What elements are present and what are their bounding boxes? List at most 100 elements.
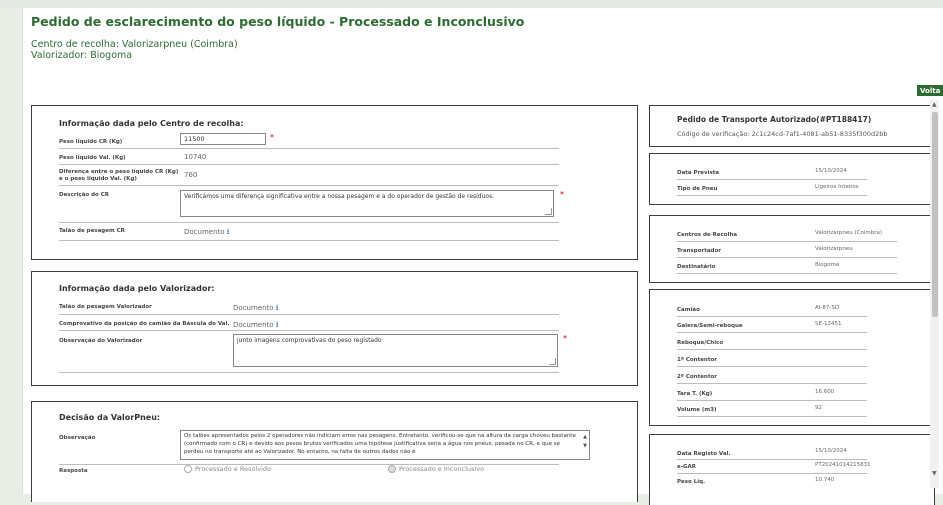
document-link-text: Documento bbox=[233, 321, 274, 329]
divider bbox=[59, 164, 559, 165]
peso-liq-value: 10.740 bbox=[815, 477, 835, 483]
document-link-text: Documento bbox=[184, 228, 225, 236]
contentor2-label: 2º Contentor bbox=[677, 374, 717, 380]
val-panel-title: Informação dada pelo Valorizador: bbox=[59, 284, 215, 293]
egar-value: PT20241014215831 bbox=[815, 462, 871, 468]
transportador-value: Valorizarpneu bbox=[815, 246, 853, 252]
scroll-down-icon[interactable]: ▼ bbox=[583, 442, 587, 450]
valorizador-info-panel: Informação dada pelo Valorizador: Talão … bbox=[31, 271, 638, 386]
divider bbox=[677, 195, 867, 196]
tara-label: Tara T. (Kg) bbox=[677, 391, 713, 397]
volume-value: 92 bbox=[815, 405, 822, 411]
centros-recolha-value: Valorizarpneu (Coimbra) bbox=[815, 230, 883, 236]
destinatario-label: Destinatário bbox=[677, 264, 716, 270]
contentor1-label: 1º Contentor bbox=[677, 357, 717, 363]
talao-cr-label: Talão de pesagem CR bbox=[59, 228, 125, 234]
diferenca-value: 760 bbox=[184, 171, 198, 179]
data-prevista-panel: Data Prevista 15/10/2024 Tipo de Pneu Li… bbox=[649, 153, 935, 205]
download-icon[interactable]: ⭳ bbox=[227, 227, 230, 236]
camiao-value: AI-87-SD bbox=[815, 305, 840, 311]
galera-value: SE-13451 bbox=[815, 321, 842, 327]
centro-recolha-line: Centro de recolha: Valorizarpneu (Coimbr… bbox=[31, 39, 238, 50]
peso-cr-input[interactable]: 11500 bbox=[180, 133, 266, 145]
divider bbox=[677, 416, 867, 417]
observacao-decisao-label: Observação bbox=[59, 435, 96, 441]
top-strip bbox=[0, 0, 943, 8]
peso-val-value: 10740 bbox=[184, 153, 207, 161]
app-frame: Pedido de esclarecimento do peso líquido… bbox=[0, 0, 943, 505]
pta-title: Pedido de Transporte Autorizado(#PT18841… bbox=[677, 115, 872, 124]
observacao-val-textarea[interactable]: junto imagens comprovativas do peso regi… bbox=[233, 334, 558, 367]
transportador-label: Transportador bbox=[677, 248, 721, 254]
divider bbox=[677, 473, 867, 474]
resize-grip-icon[interactable] bbox=[549, 358, 556, 365]
divider bbox=[677, 459, 867, 460]
radio-processado-inconclusivo[interactable]: Processado e Inconclusivo bbox=[388, 465, 484, 473]
codigo-verificacao: Código de verificação: 2c1c24cd-7af1-408… bbox=[677, 130, 888, 138]
galera-label: Galera/Semi-reboque bbox=[677, 323, 743, 329]
radio-circle-icon[interactable] bbox=[388, 465, 396, 473]
observacao-decisao-text: Os talões apresentados pelos 2 operadore… bbox=[184, 433, 576, 455]
resize-grip-icon[interactable] bbox=[545, 208, 552, 215]
camiao-label: Camião bbox=[677, 307, 700, 313]
divider bbox=[59, 222, 559, 223]
divider bbox=[59, 314, 559, 315]
diferenca-label-line1: Diferença entre o peso líquido CR (Kg) bbox=[59, 169, 179, 175]
pta-panel: Pedido de Transporte Autorizado(#PT18841… bbox=[649, 105, 935, 147]
scrollbar-thumb[interactable] bbox=[932, 112, 938, 317]
divider bbox=[677, 349, 867, 350]
registo-panel: Data Registo Val. 15/10/2024 e-GAR PT202… bbox=[649, 434, 935, 505]
camiao-panel: Camião AI-87-SD Galera/Semi-reboque SE-1… bbox=[649, 289, 935, 426]
cr-panel-title: Informação dada pelo Centro de recolha: bbox=[59, 119, 244, 128]
diferenca-label-line2: e o peso líquido Val. (Kg) bbox=[59, 176, 137, 182]
required-mark: * bbox=[270, 133, 274, 142]
talao-cr-document-link[interactable]: Documento ⭳ bbox=[184, 226, 230, 240]
destinatario-value: Biogoma bbox=[815, 262, 840, 268]
divider bbox=[59, 330, 559, 331]
required-mark: * bbox=[560, 190, 564, 199]
radio-circle-icon[interactable] bbox=[184, 465, 192, 473]
download-icon[interactable]: ⭳ bbox=[276, 303, 279, 312]
data-prevista-value: 15/10/2024 bbox=[815, 168, 847, 174]
download-icon[interactable]: ⭳ bbox=[276, 320, 279, 329]
divider bbox=[677, 383, 867, 384]
divider bbox=[677, 257, 897, 258]
radio-label: Processado e Inconclusivo bbox=[399, 465, 485, 473]
observacao-decisao-textarea[interactable]: Os talões apresentados pelos 2 operadore… bbox=[180, 430, 590, 460]
required-mark: * bbox=[563, 334, 567, 343]
cr-info-panel: Informação dada pelo Centro de recolha: … bbox=[31, 105, 638, 260]
tipo-pneu-label: Tipo de Pneu bbox=[677, 186, 718, 192]
page-header: Pedido de esclarecimento do peso líquido… bbox=[22, 8, 943, 97]
main-content: Informação dada pelo Centro de recolha: … bbox=[22, 96, 943, 505]
decisao-panel: Decisão da ValorPneu: Observação Os talõ… bbox=[31, 401, 638, 502]
volume-label: Volume (m3) bbox=[677, 407, 717, 413]
divider bbox=[59, 372, 559, 373]
document-link-text: Documento bbox=[233, 304, 274, 312]
divider bbox=[677, 179, 867, 180]
talao-val-label: Talão de pesagem Valorizador bbox=[59, 304, 152, 310]
divider bbox=[677, 400, 867, 401]
divider bbox=[677, 316, 867, 317]
peso-liq-label: Peso Líq. bbox=[677, 479, 706, 485]
peso-cr-label: Peso líquido CR (Kg) bbox=[59, 139, 123, 145]
egar-label: e-GAR bbox=[677, 464, 697, 470]
centros-recolha-label: Centros de Recolha bbox=[677, 232, 738, 238]
data-prevista-label: Data Prevista bbox=[677, 170, 720, 176]
data-registo-label: Data Registo Val. bbox=[677, 451, 731, 457]
centros-panel: Centros de Recolha Valorizarpneu (Coimbr… bbox=[649, 215, 935, 283]
descricao-textarea[interactable]: Verificámos uma diferença significativa … bbox=[180, 190, 554, 217]
scroll-up-icon[interactable]: ▲ bbox=[583, 433, 587, 441]
scroll-down-arrow-icon[interactable]: ▼ bbox=[932, 470, 937, 477]
descricao-label: Descrição do CR bbox=[59, 192, 109, 198]
divider bbox=[677, 241, 897, 242]
data-registo-value: 15/10/2024 bbox=[815, 448, 847, 454]
divider bbox=[59, 185, 559, 186]
valorizador-line: Valorizador: Biogoma bbox=[31, 50, 133, 61]
comprovativo-label: Comprovativo da posição do camião da Bás… bbox=[59, 321, 230, 327]
radio-processado-resolvido[interactable]: Processado e Resolvido bbox=[184, 465, 271, 473]
observacao-val-label: Observação do Valorizador bbox=[59, 338, 143, 344]
descricao-text: Verificámos uma diferença significativa … bbox=[184, 193, 495, 200]
scroll-up-arrow-icon[interactable]: ▲ bbox=[932, 101, 937, 108]
radio-label: Processado e Resolvido bbox=[195, 465, 272, 473]
peso-val-label: Peso líquido Val. (Kg) bbox=[59, 155, 126, 161]
